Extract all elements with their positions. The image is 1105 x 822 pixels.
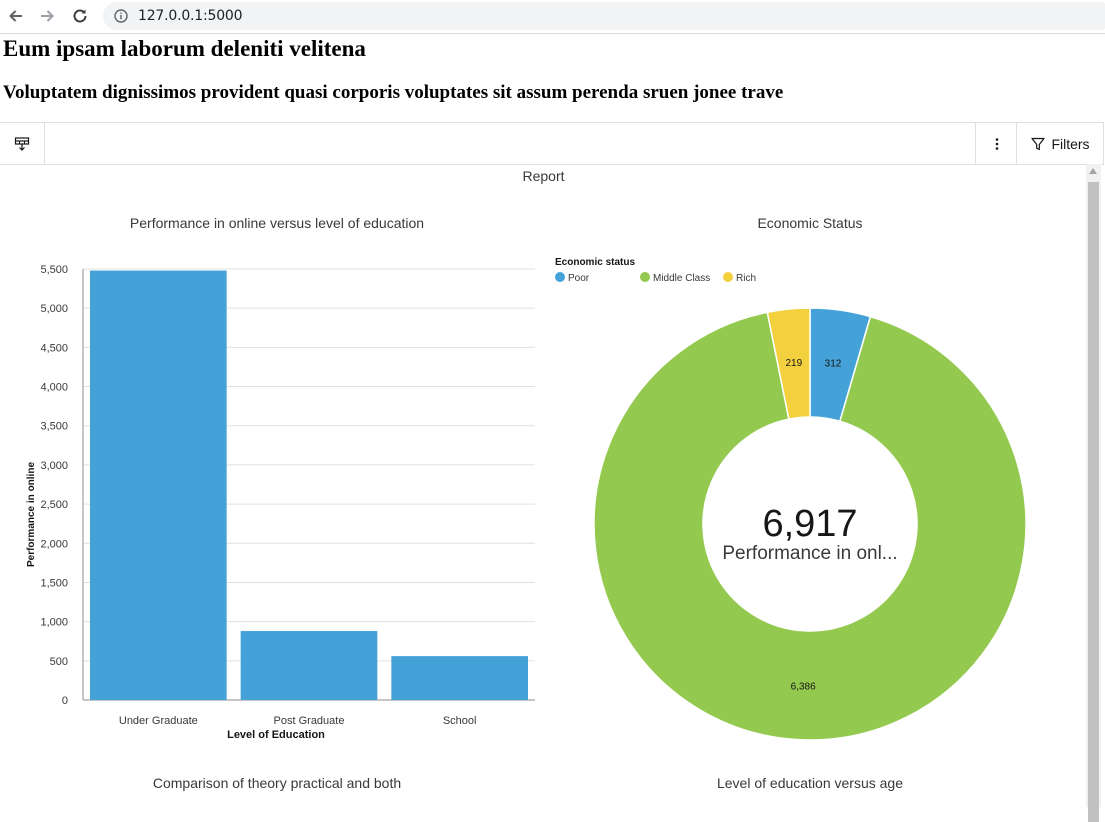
page-subtitle: Voluptatem dignissimos provident quasi c… bbox=[3, 82, 784, 103]
theory-practical-chart-title: Comparison of theory practical and both bbox=[152, 775, 402, 791]
report-toolbar: Filters bbox=[0, 122, 1104, 165]
bar-chart: 0 500 1,000 1,500 2,000 2,500 3,000 3,500 4,000 4… bbox=[26, 264, 535, 741]
report-title: Report bbox=[522, 168, 565, 184]
bar-chart-title: Performance in online versus level of ed… bbox=[129, 215, 425, 231]
y-tick-label: 5,500 bbox=[40, 264, 68, 276]
y-tick-label: 2,000 bbox=[40, 538, 68, 550]
slice-data-label: 312 bbox=[825, 359, 842, 370]
y-tick-label: 2,500 bbox=[40, 499, 68, 511]
browser-toolbar: 127.0.0.1:5000 bbox=[0, 0, 1105, 34]
donut-chart: Economic status Poor Middle Class Rich 312 6,… bbox=[555, 257, 1027, 741]
filter-icon bbox=[1031, 137, 1046, 150]
scroll-up-arrow-icon[interactable] bbox=[1089, 168, 1097, 174]
pie-chart-title: Economic Status bbox=[757, 215, 863, 231]
y-tick-label: 3,000 bbox=[40, 460, 68, 472]
y-axis-title: Performance in online bbox=[26, 462, 37, 567]
x-tick-label: Under Graduate bbox=[119, 715, 198, 727]
bar-under-graduate bbox=[90, 270, 227, 700]
x-axis-title: Level of Education bbox=[227, 729, 325, 741]
y-tick-label: 0 bbox=[62, 695, 68, 707]
table-download-icon bbox=[14, 136, 30, 151]
legend-swatch-middle-class bbox=[640, 272, 650, 282]
legend-title: Economic status bbox=[555, 257, 635, 268]
slice-data-label: 219 bbox=[785, 358, 802, 369]
bar-post-graduate bbox=[240, 631, 378, 700]
url-text: 127.0.0.1:5000 bbox=[138, 8, 243, 24]
donut-center-label: Performance in onl... bbox=[722, 543, 897, 564]
table-export-button[interactable] bbox=[0, 123, 45, 164]
forward-arrow-icon[interactable] bbox=[35, 4, 59, 28]
legend-label: Poor bbox=[568, 273, 590, 284]
legend-label: Middle Class bbox=[653, 273, 710, 284]
x-tick-label: Post Graduate bbox=[274, 715, 345, 727]
slice-data-label: 6,386 bbox=[791, 681, 816, 692]
back-arrow-icon[interactable] bbox=[4, 4, 28, 28]
report-scrollbar[interactable] bbox=[1086, 164, 1101, 822]
page-title: Eum ipsam laborum deleniti velitena bbox=[3, 36, 366, 61]
y-tick-label: 4,000 bbox=[40, 382, 68, 394]
filters-button[interactable]: Filters bbox=[1016, 123, 1104, 164]
y-tick-label: 1,000 bbox=[40, 617, 68, 629]
bar-school bbox=[391, 656, 528, 700]
info-icon[interactable] bbox=[114, 9, 128, 28]
y-tick-label: 4,500 bbox=[40, 342, 68, 354]
legend-label: Rich bbox=[736, 273, 756, 284]
y-tick-label: 1,500 bbox=[40, 577, 68, 589]
filters-label: Filters bbox=[1051, 135, 1090, 152]
y-tick-label: 3,500 bbox=[40, 421, 68, 433]
address-bar[interactable]: 127.0.0.1:5000 bbox=[103, 2, 1105, 30]
reload-icon[interactable] bbox=[68, 4, 92, 28]
x-tick-label: School bbox=[443, 715, 477, 727]
more-options-button[interactable] bbox=[975, 123, 1017, 164]
y-tick-label: 500 bbox=[50, 656, 68, 668]
y-tick-label: 5,000 bbox=[40, 303, 68, 315]
education-age-chart-title: Level of education versus age bbox=[716, 775, 903, 791]
overflow-menu-icon bbox=[995, 137, 998, 150]
scroll-thumb[interactable] bbox=[1088, 182, 1099, 822]
donut-center-value: 6,917 bbox=[762, 503, 857, 545]
legend-swatch-poor bbox=[555, 272, 565, 282]
legend-swatch-rich bbox=[723, 272, 733, 282]
